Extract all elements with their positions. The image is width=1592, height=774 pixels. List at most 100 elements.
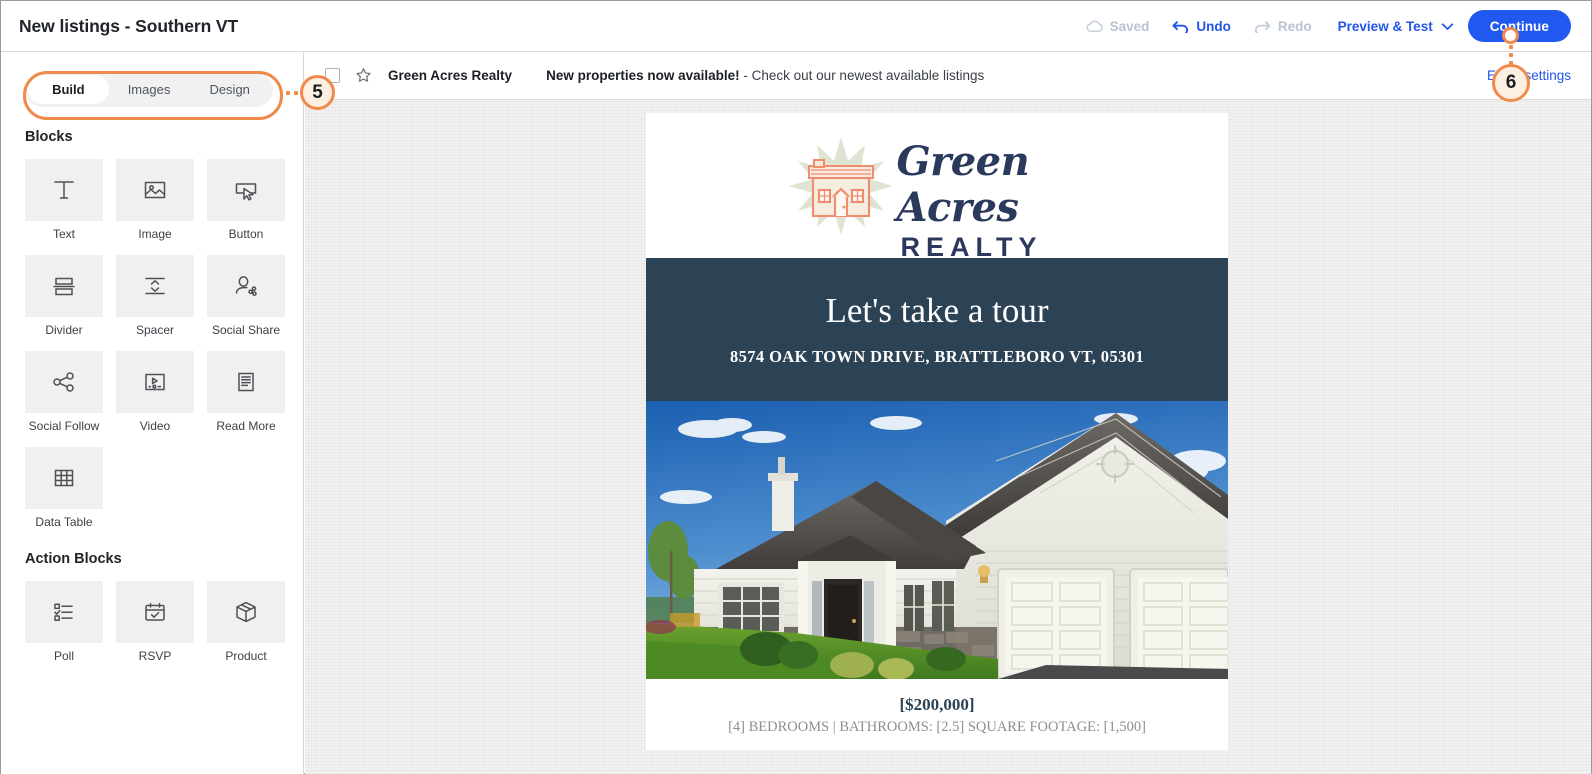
- tab-build[interactable]: Build: [28, 75, 109, 104]
- subject-preview: - Check out our newest available listing…: [739, 68, 985, 83]
- block-label: Image: [138, 227, 172, 241]
- button-cursor-icon: [232, 176, 260, 204]
- video-icon: [141, 368, 169, 396]
- block-label: Spacer: [135, 323, 175, 337]
- block-item-image[interactable]: Image: [116, 159, 194, 241]
- brand-script-text: Green Acres: [896, 138, 1030, 231]
- action-block-item-product[interactable]: Product: [207, 581, 285, 663]
- block-item-social-follow[interactable]: Social Follow: [25, 351, 103, 433]
- action-block-tile-poll[interactable]: [25, 581, 103, 643]
- preview-and-test-label: Preview & Test: [1337, 18, 1433, 34]
- brand-realty-text: REALTY: [900, 232, 1043, 262]
- redo-button[interactable]: Redo: [1253, 19, 1312, 34]
- block-tile-social-follow[interactable]: [25, 351, 103, 413]
- page-title: New listings - Southern VT: [19, 15, 239, 36]
- house-starburst-icon: [785, 135, 897, 242]
- subject-bold: New properties now available!: [546, 68, 740, 83]
- property-specs: [4] BEDROOMS | BATHROOMS: [2.5] SQUARE F…: [728, 719, 1146, 735]
- top-toolbar: New listings - Southern VT Saved Undo Re…: [1, 1, 1591, 52]
- block-label: Read More: [216, 419, 276, 433]
- redo-arrow-icon: [1253, 19, 1272, 33]
- property-price: [$200,000]: [899, 695, 975, 714]
- product-box-icon: [232, 598, 260, 626]
- redo-label: Redo: [1277, 18, 1312, 34]
- brand-logo: Green Acres REALTY: [785, 133, 1090, 262]
- hero-address: 8574 OAK TOWN DRIVE, BRATTLEBORO VT, 053…: [729, 347, 1145, 366]
- sender-name: Green Acres Realty: [388, 68, 513, 83]
- undo-button[interactable]: Undo: [1171, 19, 1231, 34]
- left-sidebar: Build Images Design Blocks Text Image Bu…: [1, 52, 304, 774]
- divider-icon: [50, 272, 78, 300]
- block-label: Divider: [45, 323, 83, 337]
- block-label: Button: [228, 227, 264, 241]
- block-label: Text: [52, 227, 75, 241]
- block-tile-read-more[interactable]: [207, 351, 285, 413]
- property-photo[interactable]: [646, 401, 1228, 679]
- action-block-tile-rsvp[interactable]: [116, 581, 194, 643]
- block-label: Video: [139, 419, 171, 433]
- email-preview: Green Acres REALTY Let's take a tour 857…: [646, 113, 1228, 750]
- email-logo-block[interactable]: Green Acres REALTY: [646, 113, 1228, 262]
- block-tile-text[interactable]: [25, 159, 103, 221]
- house-photo-illustration: [646, 401, 1228, 679]
- poll-icon: [50, 598, 78, 626]
- sidebar-tabs-container: Build Images Design: [1, 52, 303, 107]
- email-subject-bar: Green Acres Realty New properties now av…: [305, 52, 1591, 100]
- action-block-item-rsvp[interactable]: RSVP: [116, 581, 194, 663]
- subject-line: New properties now available! - Check ou…: [546, 68, 984, 83]
- callout-anchor-6: [1502, 27, 1519, 44]
- email-hero-block[interactable]: Let's take a tour 8574 OAK TOWN DRIVE, B…: [646, 258, 1228, 401]
- spacer-icon: [141, 272, 169, 300]
- block-item-button[interactable]: Button: [207, 159, 285, 241]
- action-block-label: RSVP: [138, 649, 172, 663]
- block-item-divider[interactable]: Divider: [25, 255, 103, 337]
- action-block-label: Product: [225, 649, 267, 663]
- block-tile-video[interactable]: [116, 351, 194, 413]
- brand-wordmark: Green Acres REALTY: [896, 138, 1092, 263]
- callout-marker-6: 6: [1492, 64, 1530, 102]
- blocks-grid: Text Image Button Divider Spacer Social …: [25, 159, 303, 529]
- block-tile-button[interactable]: [207, 159, 285, 221]
- block-label: Social Share: [211, 323, 281, 337]
- block-item-spacer[interactable]: Spacer: [116, 255, 194, 337]
- block-item-social-share[interactable]: Social Share: [207, 255, 285, 337]
- block-tile-social-share[interactable]: [207, 255, 285, 317]
- action-block-tile-product[interactable]: [207, 581, 285, 643]
- text-icon: [50, 176, 78, 204]
- block-item-video[interactable]: Video: [116, 351, 194, 433]
- undo-arrow-icon: [1171, 19, 1190, 33]
- email-price-block[interactable]: [$200,000] [4] BEDROOMS | BATHROOMS: [2.…: [646, 679, 1228, 750]
- block-item-read-more[interactable]: Read More: [207, 351, 285, 433]
- rsvp-calendar-icon: [141, 598, 169, 626]
- blocks-heading: Blocks: [25, 129, 73, 145]
- sidebar-tab-group: Build Images Design: [25, 72, 273, 107]
- block-item-data-table[interactable]: Data Table: [25, 447, 103, 529]
- action-block-item-poll[interactable]: Poll: [25, 581, 103, 663]
- chevron-down-icon: [1441, 22, 1454, 31]
- social-follow-icon: [50, 368, 78, 396]
- hero-title: Let's take a tour: [825, 291, 1049, 330]
- block-tile-image[interactable]: [116, 159, 194, 221]
- save-status: Saved: [1085, 18, 1150, 34]
- tab-design[interactable]: Design: [189, 75, 270, 104]
- block-tile-spacer[interactable]: [116, 255, 194, 317]
- data-table-icon: [50, 464, 78, 492]
- email-canvas: Green Acres Realty New properties now av…: [305, 52, 1591, 774]
- callout-marker-5: 5: [300, 75, 335, 110]
- social-share-icon: [232, 272, 260, 300]
- save-status-label: Saved: [1109, 18, 1150, 34]
- block-item-text[interactable]: Text: [25, 159, 103, 241]
- undo-label: Undo: [1196, 18, 1231, 34]
- image-icon: [141, 176, 169, 204]
- block-label: Data Table: [35, 515, 93, 529]
- continue-button[interactable]: Continue: [1467, 10, 1571, 42]
- action-blocks-heading: Action Blocks: [25, 551, 122, 567]
- star-icon[interactable]: [355, 67, 372, 84]
- cloud-icon: [1085, 19, 1104, 33]
- preview-and-test-button[interactable]: Preview & Test: [1338, 19, 1454, 34]
- action-block-label: Poll: [53, 649, 74, 663]
- tab-images[interactable]: Images: [109, 75, 190, 104]
- block-label: Social Follow: [28, 419, 100, 433]
- block-tile-data-table[interactable]: [25, 447, 103, 509]
- block-tile-divider[interactable]: [25, 255, 103, 317]
